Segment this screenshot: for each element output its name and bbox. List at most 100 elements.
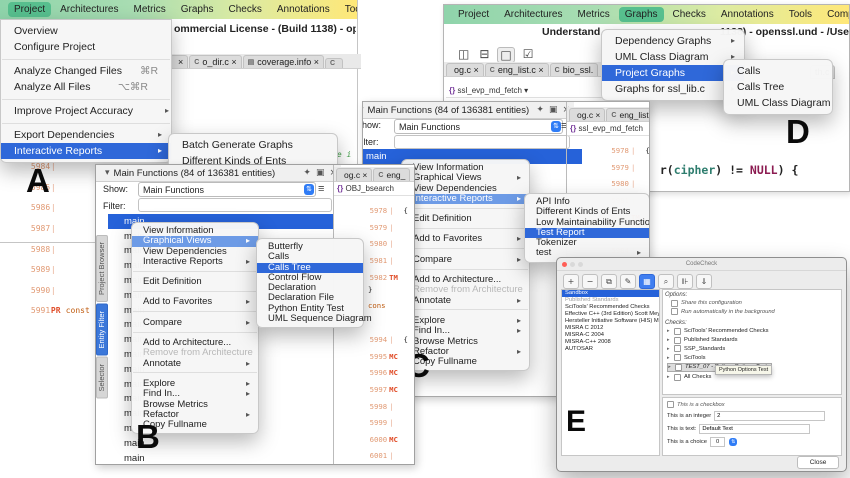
menu-item[interactable]: [133, 372, 257, 375]
toolbar-icon[interactable]: ⌕: [658, 274, 674, 289]
editor-tab[interactable]: og.c ×: [569, 108, 606, 121]
menu-item[interactable]: Add to Favorites ▸: [402, 234, 529, 244]
editor-tab[interactable]: C bio_ssl.: [549, 63, 599, 76]
checkbox-icon[interactable]: [674, 345, 681, 353]
select-stepper-icon[interactable]: ⇅: [304, 184, 314, 195]
menu-item[interactable]: Annotate ▸: [132, 358, 258, 369]
menubar-item[interactable]: Metrics: [127, 2, 171, 17]
chevron-down-icon[interactable]: ▾: [363, 105, 364, 115]
close-button[interactable]: Close: [797, 456, 839, 469]
filter-input[interactable]: [138, 198, 332, 212]
checkbox-icon[interactable]: [675, 363, 682, 371]
menubar-item[interactable]: Project: [8, 2, 52, 17]
menubar-item[interactable]: Graphs: [618, 7, 664, 22]
menu-item[interactable]: [403, 268, 528, 272]
toolbar-icon[interactable]: −: [582, 274, 598, 289]
list-item[interactable]: AUTOSAR: [562, 346, 659, 353]
menubar-item[interactable]: Annotations: [715, 7, 780, 22]
expander-icon[interactable]: ▸: [667, 337, 671, 343]
submenu-item[interactable]: UML Sequence Diagram: [257, 314, 372, 324]
menu-item[interactable]: Edit Definition: [402, 214, 529, 224]
dialog-titlebar[interactable]: CodeCheck: [557, 258, 846, 271]
chevron-down-icon[interactable]: ▾: [105, 168, 110, 178]
maximize-view-icon[interactable]: □: [497, 47, 515, 63]
menubar-item[interactable]: Architectures: [54, 2, 124, 17]
editor-tab[interactable]: C: [325, 58, 344, 68]
editor-tab[interactable]: ▤ coverage.info ×: [242, 55, 325, 68]
select-stepper-icon[interactable]: ⇅: [551, 121, 561, 132]
menubar-item[interactable]: Project: [452, 7, 495, 22]
checkbox-icon[interactable]: [674, 354, 681, 362]
breadcrumb[interactable]: {} ssl_evp_md_fetch ▾: [446, 84, 602, 98]
checkbox-icon[interactable]: [674, 336, 681, 344]
menu-item[interactable]: Export Dependencies ▸: [1, 127, 171, 143]
sidebar-tab[interactable]: Selector: [96, 357, 108, 399]
menu-item[interactable]: [2, 122, 170, 124]
checkbox-icon[interactable]: [674, 373, 681, 381]
menu-item[interactable]: [2, 98, 170, 100]
breadcrumb[interactable]: {} ssl_evp_md_fetch: [567, 122, 649, 136]
menu-item[interactable]: [403, 248, 528, 251]
menu-item[interactable]: Configure Project: [1, 39, 171, 55]
toolbar-icon[interactable]: ▦: [639, 274, 655, 289]
list-item[interactable]: MISRA-C++ 2008: [562, 339, 659, 346]
submenu-item[interactable]: UML Class Diagram: [724, 95, 832, 111]
list-item[interactable]: Hersteller Initiative Software (HIS) Met…: [562, 318, 659, 325]
menubar-item[interactable]: Checks: [223, 2, 268, 17]
pin-icon[interactable]: ✦: [536, 105, 544, 115]
menu-item[interactable]: Overview: [1, 23, 171, 39]
editor-tab[interactable]: C eng_list.c: [606, 108, 649, 121]
hamburger-icon[interactable]: ≡: [318, 183, 324, 195]
menubar-item[interactable]: Checks: [667, 7, 712, 22]
split-columns-icon[interactable]: ◫: [456, 47, 471, 63]
menu-item[interactable]: [133, 331, 257, 335]
menubar-item[interactable]: Graphs: [175, 2, 220, 17]
menu-item[interactable]: Compare ▸: [402, 254, 529, 265]
list-item[interactable]: MISRA C 2012: [562, 325, 659, 332]
menu-item[interactable]: Analyze All Files ⌥⌘R: [1, 79, 171, 95]
checkbox-icon[interactable]: [674, 327, 681, 335]
checkbox-icon[interactable]: [671, 308, 678, 315]
menu-item[interactable]: [133, 270, 257, 274]
expander-icon[interactable]: ▸: [668, 364, 672, 370]
submenu-item[interactable]: Batch Generate Graphs: [169, 137, 337, 153]
list-item[interactable]: Sandbox: [562, 290, 659, 297]
menu-item[interactable]: [403, 207, 528, 211]
expander-icon[interactable]: ▸: [667, 346, 671, 352]
menu-item[interactable]: Edit Definition: [132, 277, 258, 287]
check-row[interactable]: ▸ SciTools' Recommended Checks: [667, 327, 841, 335]
menu-item[interactable]: Improve Project Accuracy ▸: [1, 103, 171, 119]
list-item[interactable]: MISRA-C 2004: [562, 332, 659, 339]
menubar-item[interactable]: Annotations: [271, 2, 336, 17]
toolbar-icon[interactable]: +: [563, 274, 579, 289]
text-input[interactable]: [699, 424, 811, 434]
check-row[interactable]: ▸ SciTools: [667, 354, 841, 362]
menubar-item[interactable]: Tools: [339, 2, 357, 17]
checkbox-icon[interactable]: [667, 401, 674, 408]
show-select[interactable]: Main Functions ⇅: [394, 119, 563, 134]
toolbar-icon[interactable]: ⊪: [677, 274, 693, 289]
submenu-item[interactable]: Calls Tree: [724, 79, 832, 95]
option-row[interactable]: Share this configuration: [671, 299, 841, 307]
integer-input[interactable]: [714, 411, 826, 421]
menu-item[interactable]: Interactive Reports ▸: [1, 143, 171, 159]
menu-item[interactable]: [403, 227, 528, 231]
editor-tab[interactable]: ×: [170, 55, 189, 68]
list-item[interactable]: SciTools' Recommended Checks: [562, 304, 659, 311]
menu-item[interactable]: Annotate ▸: [402, 295, 529, 306]
menu-item[interactable]: Compare ▸: [132, 317, 258, 328]
filter-input[interactable]: [394, 135, 570, 149]
expander-icon[interactable]: ▸: [667, 355, 671, 361]
split-rows-icon[interactable]: ⊟: [477, 47, 491, 63]
float-icon[interactable]: ▣: [316, 168, 325, 178]
menu-item[interactable]: [403, 309, 528, 312]
tasks-icon[interactable]: ☑: [521, 47, 536, 63]
editor-tab[interactable]: og.c ×: [446, 63, 484, 76]
check-row[interactable]: ▸ Published Standards: [667, 336, 841, 344]
breadcrumb[interactable]: {} OBJ_bsearch: [334, 182, 414, 196]
toolbar-icon[interactable]: ✎: [620, 274, 636, 289]
editor-tab[interactable]: C eng_: [373, 168, 411, 181]
submenu-item[interactable]: Calls: [724, 63, 832, 79]
editor-tab[interactable]: og.c ×: [336, 168, 373, 181]
menu-item[interactable]: Interactive Reports ▸: [132, 256, 258, 267]
